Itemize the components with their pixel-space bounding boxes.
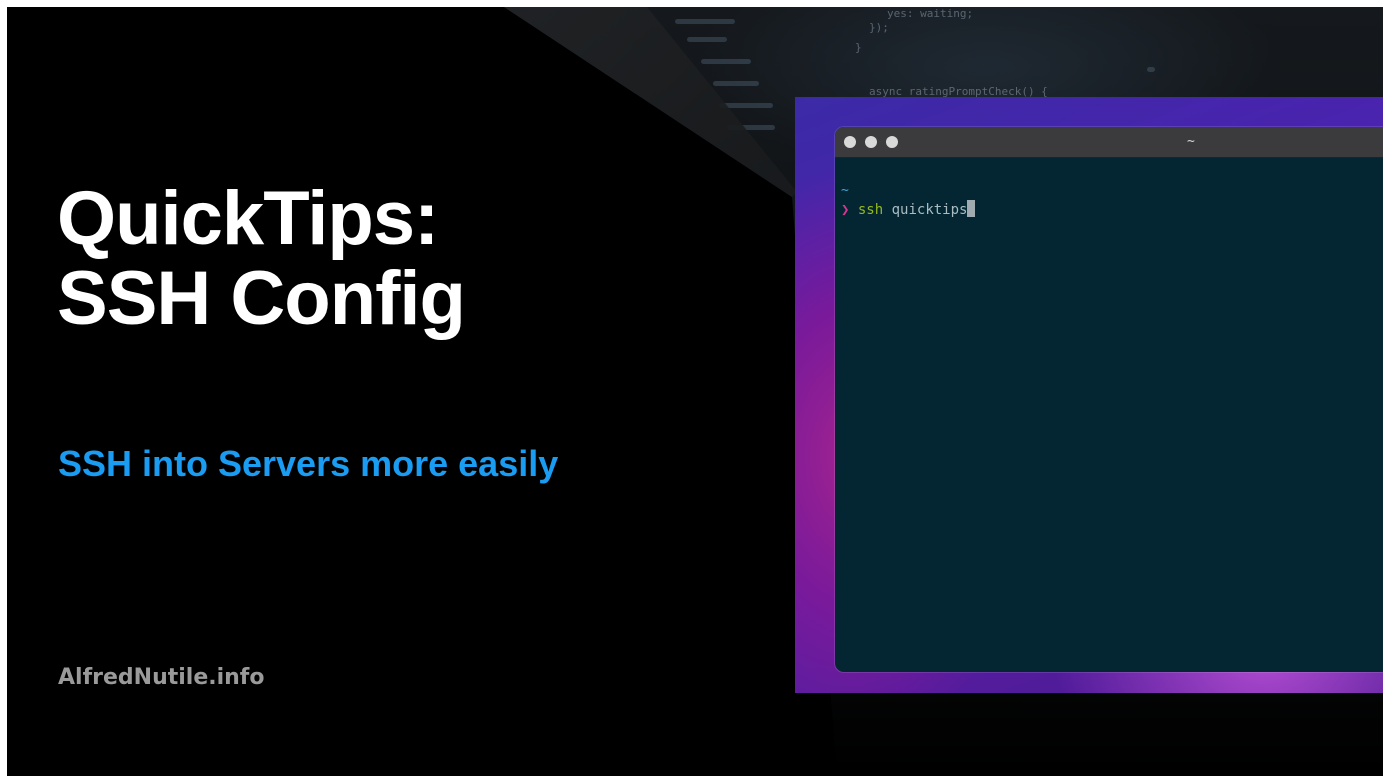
background-code-line [713, 81, 759, 86]
prompt-chevron-icon: ❯ [841, 202, 850, 218]
background-code-line [1147, 67, 1155, 72]
slide: yes: waiting; }); } async ratingPromptCh… [7, 7, 1383, 776]
background-code-line [687, 37, 727, 42]
background-code-text: } [855, 41, 862, 54]
slide-title-line1: QuickTips: [57, 176, 439, 261]
background-code-text: }); [869, 21, 889, 34]
minimize-window-button[interactable] [865, 136, 877, 148]
website-credit: AlfredNutile.info [58, 665, 265, 690]
terminal-window-title: ~ [1187, 134, 1195, 149]
slide-title-line2: SSH Config [57, 256, 466, 341]
close-window-button[interactable] [844, 136, 856, 148]
terminal-titlebar[interactable]: ~ [835, 127, 1383, 158]
background-code-line [675, 19, 735, 24]
terminal-cursor [967, 200, 976, 217]
terminal-command-argument: quicktips [891, 202, 968, 218]
background-code-line [701, 59, 751, 64]
terminal-window: ~ ~ ❯ ssh quicktips [835, 127, 1383, 672]
slide-title: QuickTips: SSH Config [57, 176, 466, 341]
slide-subtitle: SSH into Servers more easily [58, 443, 559, 484]
terminal-content[interactable]: ~ ❯ ssh quicktips [835, 158, 1383, 219]
background-code-text: yes: waiting; [887, 7, 974, 20]
terminal-current-directory: ~ [841, 183, 849, 198]
terminal-prompt-line[interactable]: ❯ ssh quicktips [841, 200, 1383, 219]
terminal-command: ssh [857, 202, 884, 218]
maximize-window-button[interactable] [886, 136, 898, 148]
